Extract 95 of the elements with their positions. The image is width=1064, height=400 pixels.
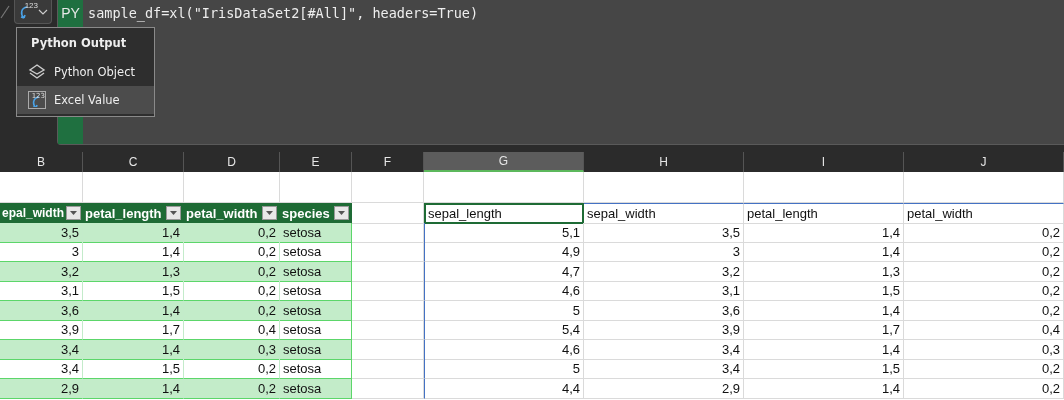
caret-icon <box>70 211 77 215</box>
column-header[interactable]: H <box>584 152 744 172</box>
table-cell <box>352 300 424 321</box>
table-cell: 4,6 <box>424 339 584 360</box>
column-header[interactable]: E <box>280 152 352 172</box>
table-cell <box>352 203 424 224</box>
table-cell: 1,7 <box>744 320 904 340</box>
table-cell: 1,3 <box>83 261 184 282</box>
chevron-icon <box>38 7 48 16</box>
table-cell: 1,3 <box>744 261 904 282</box>
table-cell: 0,2 <box>904 359 1064 379</box>
table-cell: 3 <box>584 242 744 262</box>
column-header[interactable]: D <box>184 152 280 172</box>
table-cell <box>352 378 424 399</box>
table-cell: setosa <box>280 300 352 321</box>
table-cell: 0,2 <box>904 300 1064 321</box>
table-cell: 0,2 <box>184 261 280 282</box>
table-cell: 0,2 <box>904 242 1064 262</box>
table-cell: 3,2 <box>0 261 83 282</box>
table-cell: 3,4 <box>0 339 83 360</box>
table-cell: 0,2 <box>904 261 1064 282</box>
column-header[interactable]: J <box>904 152 1064 172</box>
table-cell: 3,6 <box>584 300 744 321</box>
column-header[interactable]: C <box>83 152 184 172</box>
table-cell[interactable]: petal_length <box>744 203 904 224</box>
table-cell: 1,4 <box>83 222 184 243</box>
table-cell <box>352 261 424 282</box>
table-cell: 5 <box>424 359 584 379</box>
column-header[interactable]: G <box>424 152 584 172</box>
table-cell[interactable]: sepal_length <box>424 203 584 224</box>
table-header[interactable]: petal_width <box>184 203 280 224</box>
table-cell <box>352 222 424 243</box>
table-cell: 2,9 <box>0 378 83 399</box>
table-cell: 3,5 <box>0 222 83 243</box>
table-cell: 2,9 <box>584 378 744 399</box>
table-cell: 5,1 <box>424 222 584 243</box>
table-cell: 3,4 <box>584 359 744 379</box>
table-cell: 1,4 <box>744 242 904 262</box>
table-cell: 5 <box>424 300 584 321</box>
table-cell: 3,4 <box>584 339 744 360</box>
table-header[interactable]: species <box>280 203 352 224</box>
table-cell: 4,6 <box>424 281 584 301</box>
icon-digits: 123 <box>24 1 38 10</box>
table-cell[interactable]: sepal_width <box>584 203 744 224</box>
table-cell <box>352 242 424 262</box>
table-cell: 0,4 <box>904 320 1064 340</box>
table-cell: 1,4 <box>83 378 184 399</box>
table-cell: 4,4 <box>424 378 584 399</box>
table-cell: 3,5 <box>584 222 744 243</box>
table-header[interactable]: petal_length <box>83 203 184 224</box>
output-type-button[interactable]: 123 <box>14 0 52 24</box>
table-cell: 4,9 <box>424 242 584 262</box>
filter-button[interactable] <box>66 206 81 220</box>
table-cell: 0,3 <box>904 339 1064 360</box>
table-cell: setosa <box>280 339 352 360</box>
table-cell <box>352 281 424 301</box>
table-cell: setosa <box>280 378 352 399</box>
table-cell: 0,2 <box>904 222 1064 243</box>
caret-icon <box>170 211 177 215</box>
table-cell: 1,4 <box>83 339 184 360</box>
table-cell: 0,2 <box>184 222 280 243</box>
table-cell: 4,7 <box>424 261 584 282</box>
table-cell: 1,4 <box>744 300 904 321</box>
table-cell: 3,1 <box>584 281 744 301</box>
table-cell: 3,9 <box>584 320 744 340</box>
filter-button[interactable] <box>262 206 277 220</box>
column-header[interactable]: B <box>0 152 83 172</box>
table-cell <box>352 359 424 379</box>
caret-icon <box>338 211 345 215</box>
table-header[interactable]: epal_width <box>0 203 83 224</box>
table-cell: 1,4 <box>744 378 904 399</box>
table-cell: 0,2 <box>904 378 1064 399</box>
table-cell: 0,3 <box>184 339 280 360</box>
filter-button[interactable] <box>334 206 349 220</box>
table-cell[interactable]: petal_width <box>904 203 1064 224</box>
table-cell: 1,4 <box>744 339 904 360</box>
table-cell: 3,6 <box>0 300 83 321</box>
filter-button[interactable] <box>166 206 181 220</box>
table-cell: setosa <box>280 222 352 243</box>
table-cell: 5,4 <box>424 320 584 340</box>
table-cell: 0,2 <box>184 378 280 399</box>
table-cell: 1,5 <box>744 281 904 301</box>
column-header[interactable]: I <box>744 152 904 172</box>
table-cell: 0,2 <box>184 300 280 321</box>
table-cell: 0,2 <box>904 281 1064 301</box>
table-cell: setosa <box>280 261 352 282</box>
table-cell: 1,4 <box>744 222 904 243</box>
table-cell: 1,4 <box>83 300 184 321</box>
table-cell: 3,2 <box>584 261 744 282</box>
table-cell: 1,5 <box>744 359 904 379</box>
table-cell <box>352 172 424 203</box>
table-cell <box>352 320 424 340</box>
caret-icon <box>266 211 273 215</box>
layers-icon <box>28 63 46 81</box>
table-cell <box>352 339 424 360</box>
